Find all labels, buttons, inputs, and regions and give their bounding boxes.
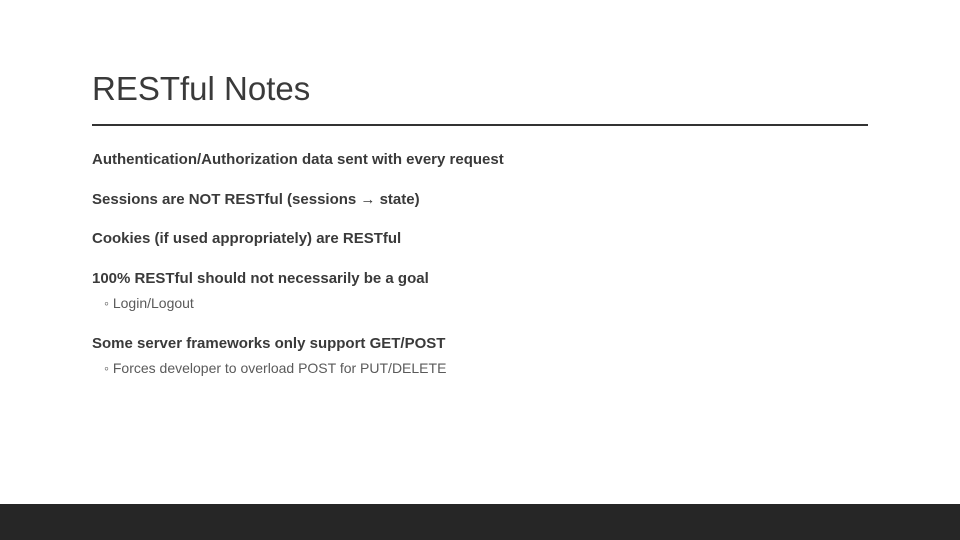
slide: RESTful Notes Authentication/Authorizati… (0, 0, 960, 379)
title-divider (92, 124, 868, 126)
bullet-sessions: Sessions are NOT RESTful (sessions → sta… (92, 190, 868, 210)
footer-bar (0, 504, 960, 540)
sub-overload-post: Forces developer to overload POST for PU… (104, 359, 868, 379)
bullet-goal: 100% RESTful should not necessarily be a… (92, 269, 868, 289)
bullet-auth: Authentication/Authorization data sent w… (92, 150, 868, 170)
bullet-cookies: Cookies (if used appropriately) are REST… (92, 229, 868, 249)
slide-title: RESTful Notes (92, 70, 868, 108)
bullet-frameworks: Some server frameworks only support GET/… (92, 334, 868, 354)
sub-login-logout: Login/Logout (104, 294, 868, 314)
